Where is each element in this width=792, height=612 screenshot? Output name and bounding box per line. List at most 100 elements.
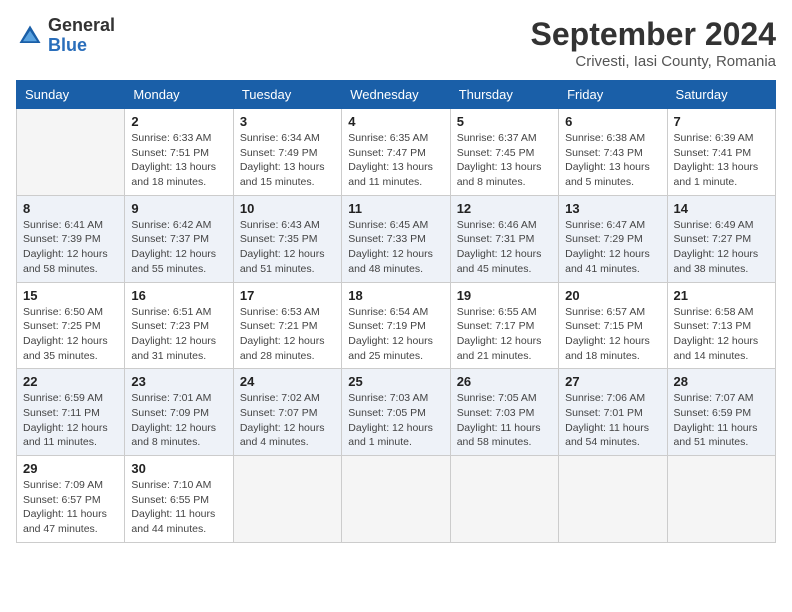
day-info: Sunrise: 7:02 AMSunset: 7:07 PMDaylight:…	[240, 392, 325, 448]
title-block: September 2024 Crivesti, Iasi County, Ro…	[531, 16, 776, 70]
table-row: 22 Sunrise: 6:59 AMSunset: 7:11 PMDaylig…	[17, 369, 125, 456]
day-info: Sunrise: 6:41 AMSunset: 7:39 PMDaylight:…	[23, 219, 108, 275]
table-row: 6 Sunrise: 6:38 AMSunset: 7:43 PMDayligh…	[559, 109, 667, 196]
table-row: 27 Sunrise: 7:06 AMSunset: 7:01 PMDaylig…	[559, 369, 667, 456]
table-row	[559, 456, 667, 543]
day-number: 27	[565, 374, 660, 389]
day-info: Sunrise: 6:35 AMSunset: 7:47 PMDaylight:…	[348, 132, 433, 188]
table-row: 30 Sunrise: 7:10 AMSunset: 6:55 PMDaylig…	[125, 456, 233, 543]
calendar-week-row: 15 Sunrise: 6:50 AMSunset: 7:25 PMDaylig…	[17, 282, 776, 369]
day-number: 21	[674, 288, 769, 303]
day-number: 2	[131, 114, 226, 129]
table-row	[342, 456, 450, 543]
logo-text: General Blue	[48, 16, 115, 56]
calendar-table: Sunday Monday Tuesday Wednesday Thursday…	[16, 80, 776, 543]
table-row	[450, 456, 558, 543]
table-row: 5 Sunrise: 6:37 AMSunset: 7:45 PMDayligh…	[450, 109, 558, 196]
table-row	[233, 456, 341, 543]
day-info: Sunrise: 6:57 AMSunset: 7:15 PMDaylight:…	[565, 306, 650, 362]
table-row: 12 Sunrise: 6:46 AMSunset: 7:31 PMDaylig…	[450, 195, 558, 282]
day-info: Sunrise: 7:07 AMSunset: 6:59 PMDaylight:…	[674, 392, 758, 448]
header-sunday: Sunday	[17, 81, 125, 109]
table-row: 13 Sunrise: 6:47 AMSunset: 7:29 PMDaylig…	[559, 195, 667, 282]
day-number: 13	[565, 201, 660, 216]
day-number: 22	[23, 374, 118, 389]
day-number: 14	[674, 201, 769, 216]
day-info: Sunrise: 6:33 AMSunset: 7:51 PMDaylight:…	[131, 132, 216, 188]
day-number: 23	[131, 374, 226, 389]
day-info: Sunrise: 6:53 AMSunset: 7:21 PMDaylight:…	[240, 306, 325, 362]
header-saturday: Saturday	[667, 81, 775, 109]
day-info: Sunrise: 6:34 AMSunset: 7:49 PMDaylight:…	[240, 132, 325, 188]
header-friday: Friday	[559, 81, 667, 109]
day-info: Sunrise: 6:51 AMSunset: 7:23 PMDaylight:…	[131, 306, 216, 362]
day-info: Sunrise: 6:54 AMSunset: 7:19 PMDaylight:…	[348, 306, 433, 362]
table-row: 17 Sunrise: 6:53 AMSunset: 7:21 PMDaylig…	[233, 282, 341, 369]
day-info: Sunrise: 7:09 AMSunset: 6:57 PMDaylight:…	[23, 479, 107, 535]
table-row: 10 Sunrise: 6:43 AMSunset: 7:35 PMDaylig…	[233, 195, 341, 282]
calendar-week-row: 2 Sunrise: 6:33 AMSunset: 7:51 PMDayligh…	[17, 109, 776, 196]
table-row: 29 Sunrise: 7:09 AMSunset: 6:57 PMDaylig…	[17, 456, 125, 543]
day-info: Sunrise: 7:10 AMSunset: 6:55 PMDaylight:…	[131, 479, 215, 535]
table-row: 21 Sunrise: 6:58 AMSunset: 7:13 PMDaylig…	[667, 282, 775, 369]
day-number: 12	[457, 201, 552, 216]
day-number: 19	[457, 288, 552, 303]
day-number: 11	[348, 201, 443, 216]
calendar-week-row: 29 Sunrise: 7:09 AMSunset: 6:57 PMDaylig…	[17, 456, 776, 543]
day-number: 29	[23, 461, 118, 476]
table-row: 16 Sunrise: 6:51 AMSunset: 7:23 PMDaylig…	[125, 282, 233, 369]
table-row: 26 Sunrise: 7:05 AMSunset: 7:03 PMDaylig…	[450, 369, 558, 456]
day-number: 28	[674, 374, 769, 389]
day-info: Sunrise: 6:37 AMSunset: 7:45 PMDaylight:…	[457, 132, 542, 188]
table-row: 11 Sunrise: 6:45 AMSunset: 7:33 PMDaylig…	[342, 195, 450, 282]
day-number: 9	[131, 201, 226, 216]
table-row: 18 Sunrise: 6:54 AMSunset: 7:19 PMDaylig…	[342, 282, 450, 369]
table-row: 7 Sunrise: 6:39 AMSunset: 7:41 PMDayligh…	[667, 109, 775, 196]
table-row: 14 Sunrise: 6:49 AMSunset: 7:27 PMDaylig…	[667, 195, 775, 282]
day-info: Sunrise: 6:42 AMSunset: 7:37 PMDaylight:…	[131, 219, 216, 275]
table-row: 2 Sunrise: 6:33 AMSunset: 7:51 PMDayligh…	[125, 109, 233, 196]
month-title: September 2024	[531, 16, 776, 53]
day-number: 26	[457, 374, 552, 389]
table-row	[17, 109, 125, 196]
day-info: Sunrise: 7:03 AMSunset: 7:05 PMDaylight:…	[348, 392, 433, 448]
day-number: 4	[348, 114, 443, 129]
day-info: Sunrise: 6:49 AMSunset: 7:27 PMDaylight:…	[674, 219, 759, 275]
header-tuesday: Tuesday	[233, 81, 341, 109]
day-info: Sunrise: 6:43 AMSunset: 7:35 PMDaylight:…	[240, 219, 325, 275]
day-info: Sunrise: 6:55 AMSunset: 7:17 PMDaylight:…	[457, 306, 542, 362]
day-info: Sunrise: 7:06 AMSunset: 7:01 PMDaylight:…	[565, 392, 649, 448]
day-info: Sunrise: 6:38 AMSunset: 7:43 PMDaylight:…	[565, 132, 650, 188]
calendar-week-row: 8 Sunrise: 6:41 AMSunset: 7:39 PMDayligh…	[17, 195, 776, 282]
day-number: 24	[240, 374, 335, 389]
day-number: 6	[565, 114, 660, 129]
day-number: 18	[348, 288, 443, 303]
day-number: 30	[131, 461, 226, 476]
day-info: Sunrise: 6:47 AMSunset: 7:29 PMDaylight:…	[565, 219, 650, 275]
day-number: 15	[23, 288, 118, 303]
day-number: 25	[348, 374, 443, 389]
day-info: Sunrise: 6:59 AMSunset: 7:11 PMDaylight:…	[23, 392, 108, 448]
table-row: 15 Sunrise: 6:50 AMSunset: 7:25 PMDaylig…	[17, 282, 125, 369]
table-row: 4 Sunrise: 6:35 AMSunset: 7:47 PMDayligh…	[342, 109, 450, 196]
day-info: Sunrise: 7:05 AMSunset: 7:03 PMDaylight:…	[457, 392, 541, 448]
table-row: 28 Sunrise: 7:07 AMSunset: 6:59 PMDaylig…	[667, 369, 775, 456]
day-info: Sunrise: 6:58 AMSunset: 7:13 PMDaylight:…	[674, 306, 759, 362]
header-wednesday: Wednesday	[342, 81, 450, 109]
day-number: 20	[565, 288, 660, 303]
day-info: Sunrise: 6:45 AMSunset: 7:33 PMDaylight:…	[348, 219, 433, 275]
logo-icon	[16, 22, 44, 50]
table-row: 23 Sunrise: 7:01 AMSunset: 7:09 PMDaylig…	[125, 369, 233, 456]
logo-general: General	[48, 16, 115, 36]
day-info: Sunrise: 7:01 AMSunset: 7:09 PMDaylight:…	[131, 392, 216, 448]
header-thursday: Thursday	[450, 81, 558, 109]
day-number: 8	[23, 201, 118, 216]
page-header: General Blue September 2024 Crivesti, Ia…	[16, 16, 776, 70]
table-row: 25 Sunrise: 7:03 AMSunset: 7:05 PMDaylig…	[342, 369, 450, 456]
table-row: 24 Sunrise: 7:02 AMSunset: 7:07 PMDaylig…	[233, 369, 341, 456]
day-number: 3	[240, 114, 335, 129]
day-number: 5	[457, 114, 552, 129]
location: Crivesti, Iasi County, Romania	[531, 53, 776, 70]
day-number: 17	[240, 288, 335, 303]
day-number: 7	[674, 114, 769, 129]
